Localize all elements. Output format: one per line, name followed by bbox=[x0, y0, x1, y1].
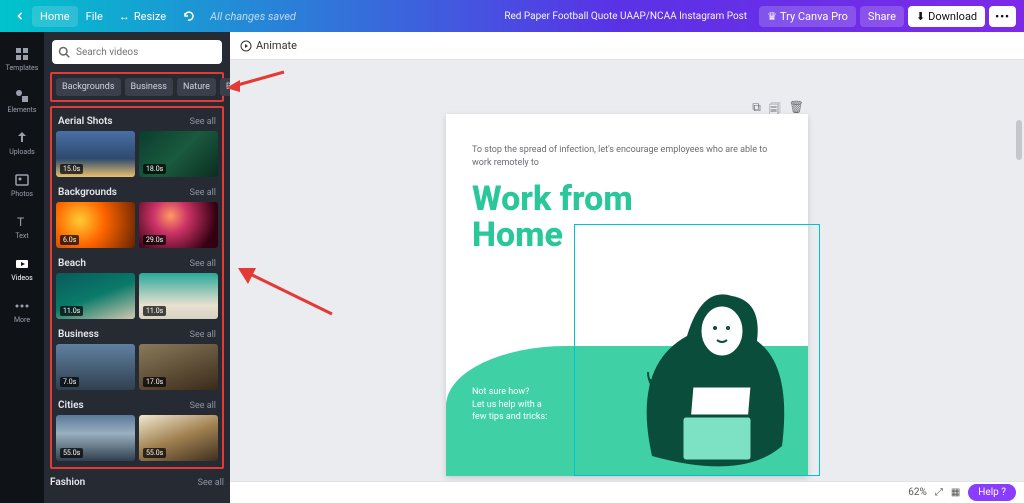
canvas-viewport[interactable]: ⧉ 🗐 🗑 To stop the spread of infection, l… bbox=[230, 60, 1024, 481]
more-button[interactable]: ••• bbox=[989, 6, 1016, 27]
section-aerial: Aerial Shots See all 15.0s 18.0s bbox=[52, 108, 222, 179]
vertical-scrollbar[interactable] bbox=[1016, 120, 1022, 160]
context-toolbar: Animate bbox=[230, 32, 1024, 60]
undo-button[interactable] bbox=[174, 7, 202, 25]
photos-icon bbox=[14, 172, 30, 188]
see-all-link[interactable]: See all bbox=[198, 478, 224, 488]
more-icon bbox=[14, 298, 30, 314]
resize-button[interactable]: ↔Resize bbox=[111, 6, 174, 27]
file-menu[interactable]: File bbox=[78, 6, 111, 27]
section-title: Aerial Shots bbox=[58, 116, 113, 127]
section-title: Fashion bbox=[50, 477, 85, 488]
section-title: Beach bbox=[58, 258, 86, 269]
resize-icon: ↔ bbox=[119, 10, 130, 23]
fullscreen-icon[interactable]: ⤢ bbox=[935, 487, 943, 498]
videos-icon bbox=[14, 256, 30, 272]
zoom-level[interactable]: 62% bbox=[908, 487, 927, 498]
category-chips: Backgrounds Business Nature Back bbox=[50, 72, 224, 102]
download-icon: ⬇ bbox=[916, 10, 925, 23]
video-thumb[interactable]: 18.0s bbox=[139, 131, 218, 177]
video-thumb[interactable]: 7.0s bbox=[56, 344, 135, 390]
try-pro-button[interactable]: ♛Try Canva Pro bbox=[759, 6, 856, 27]
rail-text[interactable]: TText bbox=[0, 206, 44, 248]
status-bar: 62% ⤢ ▦ Help ? bbox=[230, 481, 1024, 503]
duration-badge: 17.0s bbox=[143, 377, 166, 387]
section-beach: Beach See all 11.0s 11.0s bbox=[52, 250, 222, 321]
section-business: Business See all 7.0s 17.0s bbox=[52, 321, 222, 392]
sections-highlight: Aerial Shots See all 15.0s 18.0s Backgrou… bbox=[50, 106, 224, 469]
animate-icon bbox=[240, 40, 252, 52]
rail-photos[interactable]: Photos bbox=[0, 164, 44, 206]
rail-elements[interactable]: Elements bbox=[0, 80, 44, 122]
duration-badge: 18.0s bbox=[143, 164, 166, 174]
selection-box[interactable] bbox=[574, 224, 820, 476]
left-nav-rail: Templates Elements Uploads Photos TText … bbox=[0, 32, 44, 503]
section-title: Cities bbox=[58, 400, 84, 411]
search-icon bbox=[58, 46, 70, 58]
design-canvas[interactable]: To stop the spread of infection, let's e… bbox=[446, 114, 808, 476]
share-button[interactable]: Share bbox=[860, 6, 904, 27]
video-thumb[interactable]: 15.0s bbox=[56, 131, 135, 177]
video-thumb[interactable]: 11.0s bbox=[56, 273, 135, 319]
see-all-link[interactable]: See all bbox=[190, 330, 216, 340]
grid-view-icon[interactable]: ▦ bbox=[951, 487, 960, 498]
section-cities: Cities See all 55.0s 55.0s bbox=[52, 392, 222, 463]
duration-badge: 29.0s bbox=[143, 235, 166, 245]
rail-uploads[interactable]: Uploads bbox=[0, 122, 44, 164]
duration-badge: 6.0s bbox=[60, 235, 79, 245]
rail-more[interactable]: More bbox=[0, 290, 44, 332]
duration-badge: 11.0s bbox=[60, 306, 83, 316]
home-button[interactable]: Home bbox=[32, 6, 78, 27]
see-all-link[interactable]: See all bbox=[190, 401, 216, 411]
video-thumb[interactable]: 17.0s bbox=[139, 344, 218, 390]
animate-button[interactable]: Animate bbox=[240, 39, 297, 52]
crown-icon: ♛ bbox=[767, 10, 777, 23]
help-button[interactable]: Help ? bbox=[968, 484, 1016, 501]
video-thumb[interactable]: 55.0s bbox=[56, 415, 135, 461]
duration-badge: 55.0s bbox=[143, 448, 166, 458]
videos-panel: Backgrounds Business Nature Back Aerial … bbox=[44, 32, 230, 503]
see-all-link[interactable]: See all bbox=[190, 117, 216, 127]
see-all-link[interactable]: See all bbox=[190, 188, 216, 198]
chip-nature[interactable]: Nature bbox=[177, 78, 216, 96]
elements-icon bbox=[14, 88, 30, 104]
search-input[interactable] bbox=[76, 47, 216, 58]
text-icon: T bbox=[14, 214, 30, 230]
download-button[interactable]: ⬇Download bbox=[908, 6, 985, 27]
top-toolbar: Home File ↔Resize All changes saved Red … bbox=[0, 0, 1024, 32]
duration-badge: 15.0s bbox=[60, 164, 83, 174]
chevron-left-icon bbox=[16, 12, 24, 20]
editor-area: Animate ⧉ 🗐 🗑 To stop the spread of infe… bbox=[230, 32, 1024, 481]
search-box[interactable] bbox=[52, 40, 222, 64]
chip-backgrounds[interactable]: Backgrounds bbox=[56, 78, 121, 96]
video-thumb[interactable]: 11.0s bbox=[139, 273, 218, 319]
video-thumb[interactable]: 29.0s bbox=[139, 202, 218, 248]
chip-business[interactable]: Business bbox=[125, 78, 173, 96]
intro-text[interactable]: To stop the spread of infection, let's e… bbox=[472, 144, 782, 169]
duration-badge: 11.0s bbox=[143, 306, 166, 316]
section-backgrounds: Backgrounds See all 6.0s 29.0s bbox=[52, 179, 222, 250]
undo-icon bbox=[182, 11, 194, 21]
duration-badge: 55.0s bbox=[60, 448, 83, 458]
templates-icon bbox=[14, 46, 30, 62]
uploads-icon bbox=[14, 130, 30, 146]
back-button[interactable] bbox=[8, 8, 32, 24]
duration-badge: 7.0s bbox=[60, 377, 79, 387]
svg-text:T: T bbox=[17, 215, 24, 229]
see-all-link[interactable]: See all bbox=[190, 259, 216, 269]
rail-templates[interactable]: Templates bbox=[0, 38, 44, 80]
section-fashion: Fashion See all bbox=[44, 469, 230, 494]
tips-text[interactable]: Not sure how?Let us help with afew tips … bbox=[472, 386, 547, 424]
video-thumb[interactable]: 6.0s bbox=[56, 202, 135, 248]
save-status: All changes saved bbox=[202, 6, 304, 27]
rail-videos[interactable]: Videos bbox=[0, 248, 44, 290]
section-title: Backgrounds bbox=[58, 187, 117, 198]
document-title[interactable]: Red Paper Football Quote UAAP/NCAA Insta… bbox=[504, 11, 747, 22]
section-title: Business bbox=[58, 329, 99, 340]
chip-more[interactable]: Back bbox=[220, 78, 230, 96]
video-thumb[interactable]: 55.0s bbox=[139, 415, 218, 461]
